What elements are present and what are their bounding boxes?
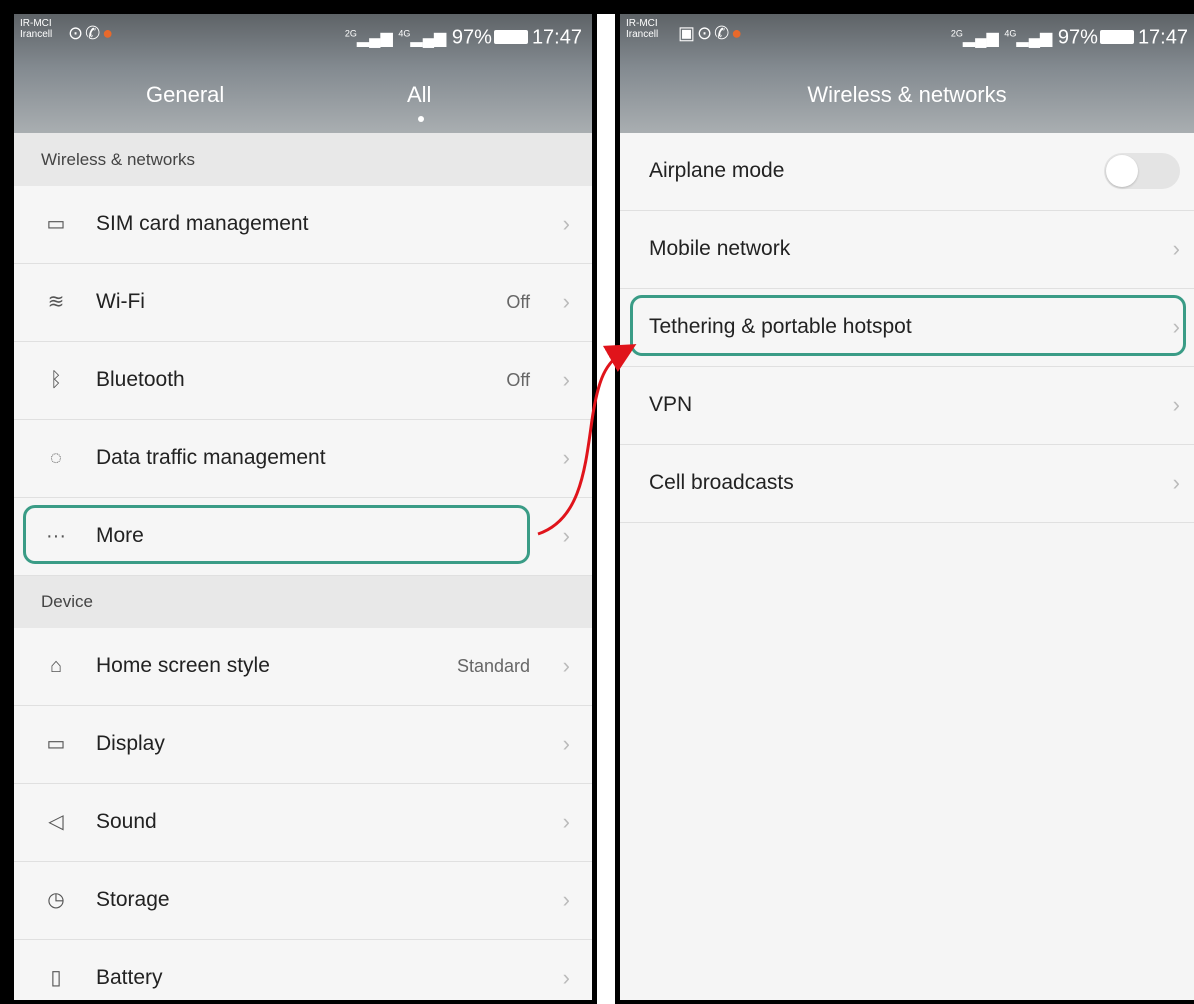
annotation-arrow (537, 344, 637, 536)
